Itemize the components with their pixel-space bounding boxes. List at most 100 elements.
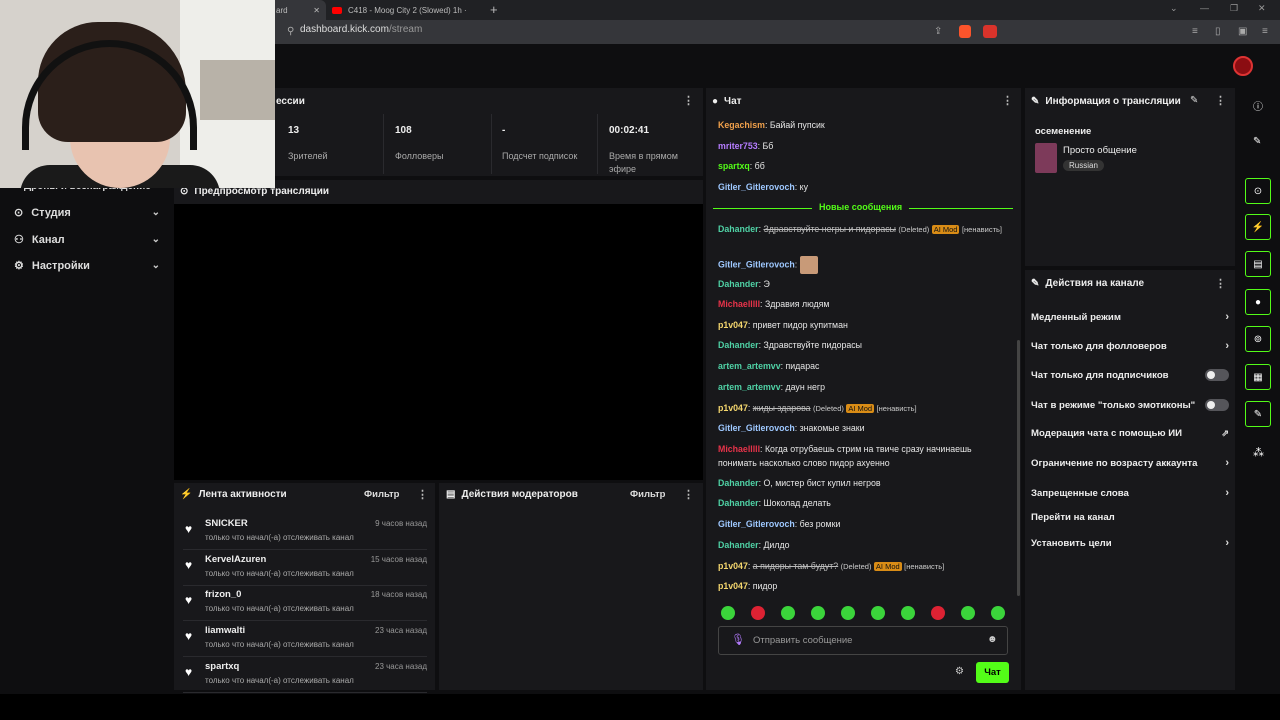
toggle-switch[interactable]	[1205, 399, 1229, 411]
more-icon[interactable]: ⋮	[1215, 94, 1226, 107]
moderator-filter-button[interactable]: Фильтр	[630, 489, 665, 500]
browser-tab-dashboard[interactable]: ard ✕	[270, 0, 326, 20]
emoji-icon[interactable]: ☻	[987, 634, 998, 645]
chat-message[interactable]: Gitler_Gitlerovoch:	[718, 256, 1008, 274]
edit-icon[interactable]: ✎	[1190, 95, 1198, 106]
channel-action-item[interactable]: Медленный режим ›	[1031, 311, 1229, 323]
emote-button[interactable]	[901, 606, 915, 620]
emote-button[interactable]	[781, 606, 795, 620]
close-window-icon[interactable]: ✕	[1258, 3, 1266, 14]
emote-button[interactable]	[811, 606, 825, 620]
chat-username[interactable]: artem_artemvv	[718, 382, 781, 392]
chat-username[interactable]: Dahander	[718, 498, 759, 508]
chat-username[interactable]: p1v047	[718, 403, 748, 413]
minimize-icon[interactable]: —	[1200, 3, 1209, 13]
avatar[interactable]	[1233, 56, 1253, 76]
emote-button[interactable]	[721, 606, 735, 620]
site-info-icon[interactable]: ⚲	[287, 26, 294, 37]
share-icon[interactable]: ⇪	[934, 26, 942, 37]
rail-tools-button[interactable]: ✎	[1245, 401, 1271, 427]
chat-username[interactable]: Dahander	[718, 540, 759, 550]
browser-tab-music[interactable]: C418 - Moog City 2 (Slowed) 1h ·	[326, 0, 486, 20]
chat-username[interactable]: Gitler_Gitlerovoch	[718, 182, 795, 192]
chat-message[interactable]: Dahander: Э	[718, 277, 1008, 291]
gear-icon[interactable]: ⚙	[955, 666, 964, 677]
chat-message[interactable]: Gitler_Gitlerovoch: без ромки	[718, 517, 1008, 531]
wallet-icon[interactable]: ▣	[1238, 26, 1247, 37]
menu-icon[interactable]: ≡	[1262, 26, 1268, 37]
chat-message[interactable]: p1v047: пидор	[718, 579, 1008, 593]
close-icon[interactable]: ✕	[313, 6, 320, 15]
chat-message[interactable]: Dahander: Здравствуйте негры и пидорасы …	[718, 222, 1008, 237]
chat-message[interactable]: Kegachism: Байай пупсик	[718, 118, 1008, 132]
emote-button[interactable]	[931, 606, 945, 620]
microphone-icon[interactable]: 🎙	[731, 633, 745, 646]
emote-button[interactable]	[841, 606, 855, 620]
chat-username[interactable]: Dahander	[718, 340, 759, 350]
chat-username[interactable]: spartxq	[718, 161, 750, 171]
send-chat-button[interactable]: Чат	[976, 662, 1009, 683]
chat-username[interactable]: Gitler_Gitlerovoch	[718, 423, 795, 433]
sidebar-item-settings[interactable]: ⚙ Настройки ⌄	[14, 259, 160, 273]
list-item[interactable]: ♥ frizon_0 18 часов назад только что начал(…	[183, 587, 427, 621]
pencil-icon[interactable]: ✎	[1253, 136, 1261, 147]
more-icon[interactable]: ⋮	[417, 488, 428, 501]
chat-username[interactable]: p1v047	[718, 320, 748, 330]
playlist-icon[interactable]: ≡	[1192, 26, 1198, 37]
chat-message[interactable]: Michaelllll: Здравия людям	[718, 297, 1008, 311]
emote-button[interactable]	[751, 606, 765, 620]
chat-username[interactable]: Kegachism	[718, 120, 765, 130]
channel-action-item[interactable]: Чат только для подписчиков	[1031, 369, 1229, 381]
channel-action-item[interactable]: Чат только для фолловеров ›	[1031, 340, 1229, 352]
apps-icon[interactable]: ⁂	[1253, 446, 1264, 459]
chat-message[interactable]: Gitler_Gitlerovoch: ку	[718, 180, 1008, 194]
toggle-switch[interactable]	[1205, 369, 1229, 381]
emote-button[interactable]	[871, 606, 885, 620]
chat-scrollbar[interactable]	[1017, 340, 1020, 596]
rail-broadcast-button[interactable]: ⊚	[1245, 326, 1271, 352]
list-item[interactable]: ♥ KervelAzuren 15 часов назад только что на…	[183, 552, 427, 586]
chat-message[interactable]: Gitler_Gitlerovoch: знакомые знаки	[718, 421, 1008, 435]
chat-username[interactable]: artem_artemvv	[718, 361, 781, 371]
chat-username[interactable]: Michaelllll	[718, 444, 760, 454]
chat-message[interactable]: Dahander: Шоколад делать	[718, 496, 1008, 510]
brave-shield-icon[interactable]	[959, 25, 971, 38]
channel-action-item[interactable]: Перейти на канал	[1031, 512, 1229, 523]
emote-button[interactable]	[961, 606, 975, 620]
rail-chat-button[interactable]: ●	[1245, 289, 1271, 315]
chat-message[interactable]: mriter753: Бб	[718, 139, 1008, 153]
chat-username[interactable]: Gitler_Gitlerovoch	[718, 519, 795, 529]
chat-username[interactable]: Dahander	[718, 279, 759, 289]
chat-message[interactable]: artem_artemvv: пидарас	[718, 359, 1008, 373]
brave-rewards-icon[interactable]	[983, 25, 997, 38]
channel-action-item[interactable]: Запрещенные слова ›	[1031, 487, 1229, 499]
rail-activity-button[interactable]: ⚡	[1245, 214, 1271, 240]
chat-message[interactable]: p1v047: а пидоры там будут? (Deleted) AI…	[718, 559, 1008, 574]
sidebar-item-studio[interactable]: ⊙ Студия ⌄	[14, 206, 160, 220]
url-text[interactable]: dashboard.kick.com/stream	[300, 24, 422, 35]
more-icon[interactable]: ⋮	[683, 488, 694, 501]
sidebar-item-channel[interactable]: ⚇ Канал ⌄	[14, 233, 160, 247]
more-icon[interactable]: ⋮	[1002, 94, 1013, 107]
list-item[interactable]: ♥ SNICKER 9 часов назад только что начал(-а…	[183, 516, 427, 550]
chat-username[interactable]: Dahander	[718, 224, 759, 234]
chat-message[interactable]: spartxq: бб	[718, 159, 1008, 173]
chat-username[interactable]: p1v047	[718, 561, 748, 571]
chat-message[interactable]: Dahander: О, мистер бист купил негров	[718, 476, 1008, 490]
chat-username[interactable]: p1v047	[718, 581, 748, 591]
channel-action-item[interactable]: Ограничение по возрасту аккаунта ›	[1031, 457, 1229, 469]
more-icon[interactable]: ⋮	[1215, 277, 1226, 290]
emote-button[interactable]	[991, 606, 1005, 620]
restore-icon[interactable]: ❐	[1230, 3, 1238, 14]
chat-message[interactable]: Michaelllll: Когда отрубаешь стрим на тв…	[718, 442, 1008, 470]
chat-username[interactable]: mriter753	[718, 141, 758, 151]
chat-username[interactable]: Michaelllll	[718, 299, 760, 309]
rail-layout-button[interactable]: ▦	[1245, 364, 1271, 390]
channel-action-item[interactable]: Установить цели ›	[1031, 537, 1229, 549]
chevron-down-icon[interactable]: ⌄	[1170, 3, 1178, 14]
rail-moderators-button[interactable]: ▤	[1245, 251, 1271, 277]
chat-message[interactable]: artem_artemvv: даун негр	[718, 380, 1008, 394]
chat-username[interactable]: Gitler_Gitlerovoch	[718, 259, 795, 269]
more-icon[interactable]: ⋮	[683, 94, 694, 107]
stream-preview[interactable]	[174, 204, 703, 480]
